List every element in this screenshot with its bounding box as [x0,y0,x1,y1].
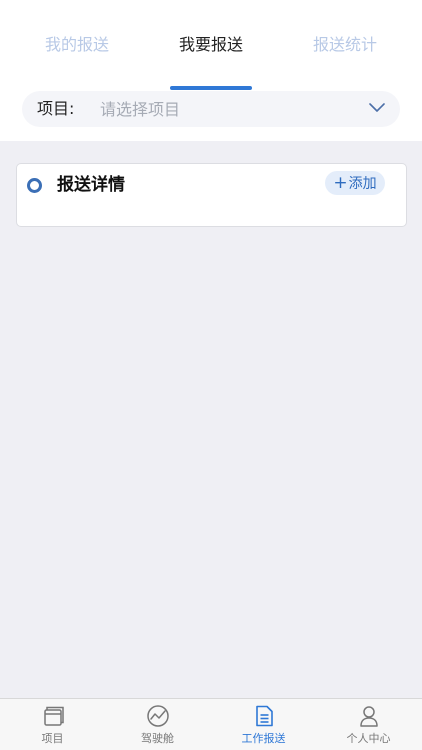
chevron-down-icon [369,103,385,112]
tab-report-statistics[interactable]: 报送统计 [300,28,390,62]
nav-label-profile: 个人中心 [346,732,391,745]
header-area: 我的报送 我要报送 报送统计 项目: 请选择项目 [0,0,422,141]
tab-new-report[interactable]: 我要报送 [166,28,256,62]
bottom-tab-bar: 项目 驾驶舱 工作报送 个人中心 [0,698,422,750]
circle-bullet-icon [27,178,42,193]
plus-icon: + [333,173,348,193]
user-icon [360,706,378,727]
project-placeholder: 请选择项目 [100,100,181,119]
add-button-label: 添加 [348,176,377,192]
tab-my-reports[interactable]: 我的报送 [32,28,122,62]
active-tab-indicator [170,86,252,90]
nav-label-work-report: 工作报送 [241,732,286,745]
nav-label-dashboard: 驾驶舱 [141,732,174,745]
add-button[interactable]: +添加 [325,171,385,195]
nav-item-dashboard[interactable]: 驾驶舱 [105,699,210,750]
nav-item-profile[interactable]: 个人中心 [316,699,421,750]
project-label: 项目: [37,99,75,118]
project-select[interactable]: 项目: 请选择项目 [22,91,400,127]
project-icon [44,706,64,726]
nav-item-project[interactable]: 项目 [0,699,105,750]
report-detail-title: 报送详情 [57,175,125,195]
nav-label-project: 项目 [41,732,64,745]
report-detail-card: 报送详情 +添加 [16,163,407,227]
nav-item-work-report[interactable]: 工作报送 [211,699,316,750]
dashboard-icon [147,705,169,727]
report-document-icon [256,705,273,727]
segment-tabs: 我的报送 我要报送 报送统计 [0,28,422,90]
work-report-screen: 我的报送 我要报送 报送统计 项目: 请选择项目 报送详情 +添加 项目 驾驶舱… [0,0,422,750]
